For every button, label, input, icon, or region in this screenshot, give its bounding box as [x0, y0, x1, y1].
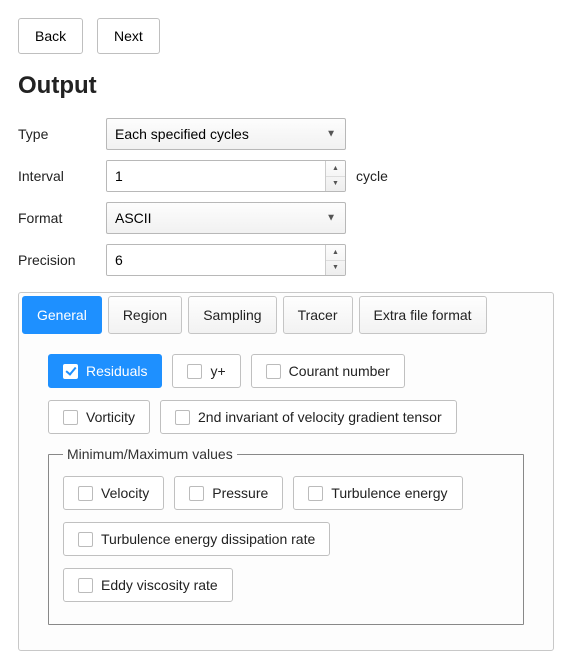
tab-extra-file-format[interactable]: Extra file format — [359, 296, 487, 334]
interval-step-up[interactable]: ▲ — [326, 161, 345, 177]
precision-input[interactable] — [107, 245, 325, 275]
check-label: Vorticity — [86, 409, 135, 425]
check-label: y+ — [210, 363, 225, 379]
check-label: Residuals — [86, 363, 147, 379]
minmax-fieldset: Minimum/Maximum values Velocity Pressure… — [48, 446, 524, 625]
output-tab-panel: General Region Sampling Tracer Extra fil… — [18, 292, 554, 651]
check-label: Turbulence energy dissipation rate — [101, 531, 315, 547]
check-yplus[interactable]: y+ — [172, 354, 240, 388]
check-label: Turbulence energy — [331, 485, 447, 501]
check-label: Velocity — [101, 485, 149, 501]
check-label: Eddy viscosity rate — [101, 577, 218, 593]
type-select[interactable]: Each specified cycles — [106, 118, 346, 150]
interval-label: Interval — [18, 168, 106, 184]
checkbox-icon — [78, 532, 93, 547]
check-second-invariant[interactable]: 2nd invariant of velocity gradient tenso… — [160, 400, 457, 434]
precision-step-up[interactable]: ▲ — [326, 245, 345, 261]
checkbox-icon — [189, 486, 204, 501]
page-title: Output — [18, 72, 554, 100]
checkbox-icon — [308, 486, 323, 501]
check-courant-number[interactable]: Courant number — [251, 354, 405, 388]
minmax-legend: Minimum/Maximum values — [63, 446, 237, 462]
tab-sampling[interactable]: Sampling — [188, 296, 276, 334]
check-eddy-viscosity-rate[interactable]: Eddy viscosity rate — [63, 568, 233, 602]
checkbox-icon — [266, 364, 281, 379]
check-velocity[interactable]: Velocity — [63, 476, 164, 510]
tab-general[interactable]: General — [22, 296, 102, 334]
precision-label: Precision — [18, 252, 106, 268]
checkbox-icon — [63, 364, 78, 379]
tab-tracer[interactable]: Tracer — [283, 296, 353, 334]
tab-region[interactable]: Region — [108, 296, 182, 334]
interval-step-down[interactable]: ▼ — [326, 177, 345, 192]
check-label: Pressure — [212, 485, 268, 501]
type-label: Type — [18, 126, 106, 142]
precision-step-down[interactable]: ▼ — [326, 261, 345, 276]
interval-unit: cycle — [346, 168, 554, 184]
check-turbulence-dissipation-rate[interactable]: Turbulence energy dissipation rate — [63, 522, 330, 556]
check-vorticity[interactable]: Vorticity — [48, 400, 150, 434]
check-pressure[interactable]: Pressure — [174, 476, 283, 510]
format-label: Format — [18, 210, 106, 226]
format-select[interactable]: ASCII — [106, 202, 346, 234]
next-button[interactable]: Next — [97, 18, 160, 54]
interval-input[interactable] — [107, 161, 325, 191]
checkbox-icon — [187, 364, 202, 379]
checkbox-icon — [78, 486, 93, 501]
checkbox-icon — [175, 410, 190, 425]
back-button[interactable]: Back — [18, 18, 83, 54]
checkbox-icon — [78, 578, 93, 593]
checkbox-icon — [63, 410, 78, 425]
check-label: Courant number — [289, 363, 390, 379]
check-residuals[interactable]: Residuals — [48, 354, 162, 388]
check-turbulence-energy[interactable]: Turbulence energy — [293, 476, 462, 510]
check-label: 2nd invariant of velocity gradient tenso… — [198, 409, 442, 425]
